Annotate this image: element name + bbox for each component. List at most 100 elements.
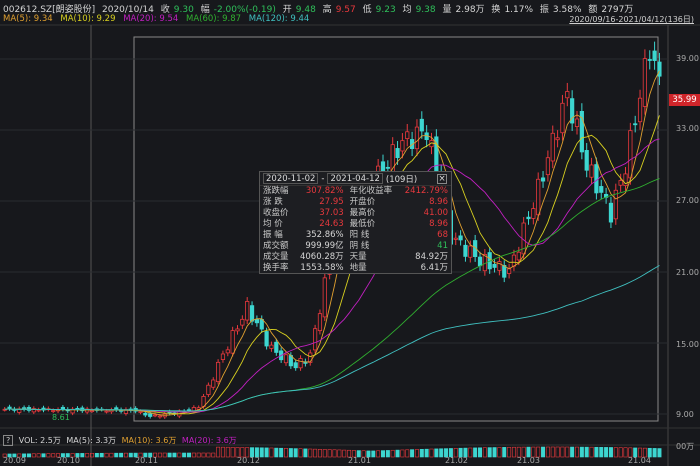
separator: -	[321, 173, 325, 184]
current-price-tag: 35.99	[669, 94, 700, 106]
volume-bar	[308, 448, 313, 458]
volume-bar	[264, 447, 269, 458]
stats-row: 涨跌幅 307.82% 年化收益率 2412.79%	[260, 186, 451, 197]
volume-bar	[196, 452, 201, 458]
volume-bar	[216, 446, 221, 458]
volume-bar	[327, 449, 332, 458]
candle	[618, 180, 623, 186]
candle	[589, 164, 594, 178]
x-label: 20.09	[3, 456, 26, 465]
start-date-field[interactable]: 2020-11-02	[263, 173, 319, 184]
volume-bar	[376, 450, 381, 458]
volume-bar	[317, 449, 322, 458]
volume-bar	[589, 446, 594, 458]
stat-value: 24.63	[319, 219, 344, 229]
volume-bar	[288, 448, 293, 458]
stat-value: 307.82%	[305, 186, 344, 196]
volume-bar	[182, 452, 187, 458]
volume-bar	[332, 449, 337, 458]
volume-bar	[187, 452, 192, 458]
volume-bar	[206, 452, 211, 458]
volume-bar	[167, 452, 172, 458]
volume-bar	[405, 449, 410, 458]
volume-bar	[560, 446, 565, 458]
candle	[555, 137, 560, 141]
volume-bar	[46, 453, 51, 458]
candle	[531, 208, 536, 219]
candle	[642, 58, 648, 107]
candle	[550, 132, 555, 162]
volume-bar	[584, 446, 589, 458]
y-label: 21.00	[676, 268, 699, 277]
candle	[317, 313, 323, 332]
vol-axis-label: 00万	[676, 442, 695, 451]
volume-bar	[574, 446, 579, 458]
candle	[293, 362, 298, 369]
candle	[322, 277, 327, 318]
volume-bar	[104, 452, 109, 458]
candle	[89, 410, 95, 412]
volume-bar	[492, 447, 497, 458]
candle	[536, 178, 541, 216]
candle	[414, 126, 420, 150]
volume-bar	[177, 452, 182, 458]
volume-bar	[293, 448, 298, 458]
volume-bar	[555, 446, 560, 458]
volume-bar	[342, 449, 347, 458]
volume-bar	[395, 449, 400, 458]
vol-ma10: MA(10): 3.6万	[121, 436, 177, 445]
days-count: (109日)	[385, 174, 418, 185]
volume-bar	[313, 448, 318, 458]
candle	[599, 186, 604, 193]
candle	[206, 384, 211, 395]
volume-bar	[473, 447, 478, 458]
y-label: 9.00	[676, 410, 694, 419]
candle	[540, 177, 546, 182]
candle	[104, 410, 109, 413]
close-icon[interactable]: ×	[437, 173, 447, 184]
stats-row: 振 幅 352.86% 阳 线 68	[260, 230, 451, 241]
y-label: 27.00	[676, 196, 699, 205]
candle	[36, 409, 41, 412]
help-button[interactable]: ?	[3, 435, 14, 446]
volume-bar	[400, 449, 405, 458]
y-label: 39.00	[676, 54, 699, 63]
candle	[419, 118, 424, 132]
interval-stats-popup: 2020-11-02 - 2021-04-12 (109日) × 涨跌幅 307.…	[259, 171, 452, 274]
volume-bar	[594, 446, 599, 458]
candle	[230, 330, 235, 354]
stat-value: 6.41万	[420, 263, 448, 273]
volume-bar	[497, 447, 502, 458]
volume-bar	[80, 453, 85, 458]
stat-label: 地量	[349, 263, 367, 273]
candle	[152, 414, 158, 417]
volume-bar	[322, 449, 327, 458]
candle	[502, 265, 507, 278]
volume-bar	[652, 448, 657, 458]
vol-label: VOL: 2.5万	[18, 436, 61, 445]
candle	[26, 407, 32, 411]
candle	[516, 251, 521, 261]
volume-bar	[128, 452, 133, 458]
candle	[608, 202, 614, 223]
stat-label: 阴 线	[349, 241, 370, 251]
volume-bar	[477, 447, 482, 458]
candle	[211, 379, 216, 388]
y-label: 33.00	[676, 124, 699, 133]
candle	[545, 157, 551, 176]
vol-ma5: MA(5): 3.3万	[66, 436, 117, 445]
stats-row: 换手率 1553.58% 地量 6.41万	[260, 263, 451, 274]
stats-row: 收盘价 37.03 最高价 41.00	[260, 208, 451, 219]
candle	[60, 406, 66, 410]
stat-label: 成交额	[263, 241, 289, 251]
candle	[138, 411, 143, 413]
volume-bar	[657, 448, 662, 458]
volume-legend: ? VOL: 2.5万 MA(5): 3.3万 MA(10): 3.6万 MA(…	[3, 435, 240, 446]
end-date-field[interactable]: 2021-04-12	[327, 173, 383, 184]
volume-bar	[468, 447, 473, 458]
y-label: 15.00	[676, 340, 699, 349]
candle	[594, 164, 599, 194]
x-label: 20.10	[57, 456, 80, 465]
volume-bar	[26, 453, 31, 458]
volume-bar	[618, 447, 623, 458]
